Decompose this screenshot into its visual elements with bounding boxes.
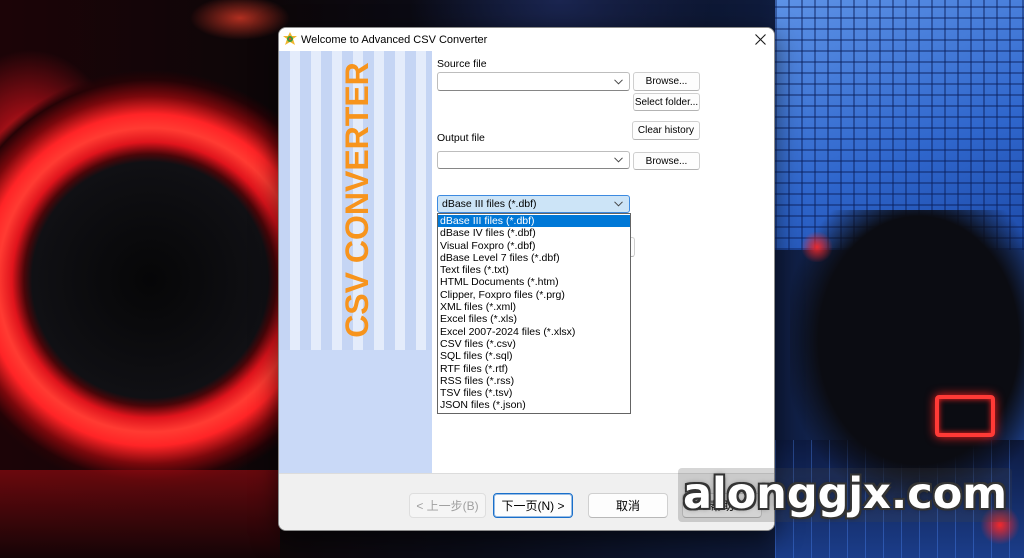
source-browse-button[interactable]: Browse... [633,72,700,91]
format-option[interactable]: Excel 2007-2024 files (*.xlsx) [438,326,630,338]
output-format-dropdown-list[interactable]: dBase III files (*.dbf) dBase IV files (… [437,213,631,414]
output-format-value: dBase III files (*.dbf) [442,198,537,210]
close-icon [754,34,766,45]
cancel-button[interactable]: 取消 [588,493,668,518]
output-browse-button[interactable]: Browse... [633,152,700,170]
side-banner-panel: CSV CONVERTER [279,51,432,473]
wallpaper-bottom-left [0,470,280,558]
close-button[interactable] [746,28,774,51]
output-format-combo[interactable]: dBase III files (*.dbf) [437,195,630,213]
source-file-combo[interactable] [437,72,630,91]
clear-history-button[interactable]: Clear history [632,121,700,140]
format-option[interactable]: Text files (*.txt) [438,264,630,276]
format-option[interactable]: Excel files (*.xls) [438,313,630,325]
site-watermark: alonggjx.com [678,468,1012,522]
format-option[interactable]: HTML Documents (*.htm) [438,276,630,288]
next-button[interactable]: 下一页(N) > [493,493,573,518]
banner-text: CSV CONVERTER [339,62,375,338]
chevron-down-icon[interactable] [614,201,623,207]
format-option[interactable]: dBase IV files (*.dbf) [438,227,630,239]
format-option[interactable]: Clipper, Foxpro files (*.prg) [438,289,630,301]
title-bar[interactable]: Welcome to Advanced CSV Converter [279,28,774,51]
output-file-combo[interactable] [437,151,630,169]
format-option[interactable]: JSON files (*.json) [438,399,630,411]
format-option[interactable]: TSV files (*.tsv) [438,387,630,399]
format-option[interactable]: Visual Foxpro (*.dbf) [438,240,630,252]
source-file-input[interactable] [441,74,609,89]
output-file-input[interactable] [441,153,609,168]
wallpaper-red-light [800,232,834,262]
format-option[interactable]: dBase Level 7 files (*.dbf) [438,252,630,264]
back-button[interactable]: < 上一步(B) [409,493,486,518]
app-icon [283,32,297,46]
format-option[interactable]: XML files (*.xml) [438,301,630,313]
format-option[interactable]: SQL files (*.sql) [438,350,630,362]
format-option[interactable]: CSV files (*.csv) [438,338,630,350]
format-option[interactable]: dBase III files (*.dbf) [438,215,630,228]
format-option[interactable]: RSS files (*.rss) [438,375,630,387]
select-folder-button[interactable]: Select folder... [633,93,700,111]
format-option[interactable]: RTF files (*.rtf) [438,363,630,375]
window-title: Welcome to Advanced CSV Converter [301,34,488,46]
chevron-down-icon[interactable] [614,157,623,163]
source-file-label: Source file [437,58,487,70]
chevron-down-icon[interactable] [614,78,623,85]
converter-dialog: Welcome to Advanced CSV Converter CSV CO… [278,27,775,531]
output-file-label: Output file [437,132,485,144]
wallpaper-red-frame [935,395,995,437]
